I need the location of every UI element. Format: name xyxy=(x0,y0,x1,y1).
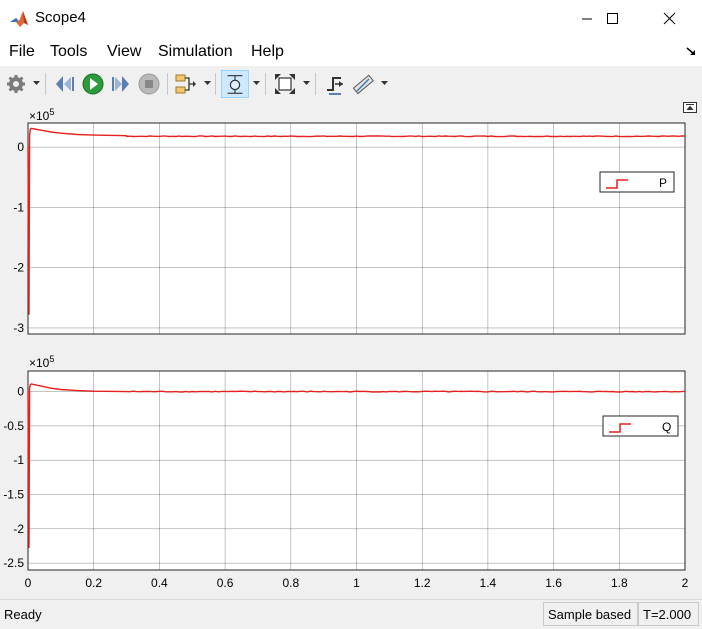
status-sim-time: T=2.000 xyxy=(638,602,699,626)
menu-view[interactable]: View xyxy=(107,43,141,61)
signal-select-icon[interactable] xyxy=(172,70,200,98)
menu-file[interactable]: File xyxy=(9,43,35,61)
title-bar: Scope4 xyxy=(0,0,702,38)
scope-display-area xyxy=(0,101,702,598)
fit-to-view-icon[interactable] xyxy=(271,70,299,98)
status-bar: Ready Sample based T=2.000 xyxy=(0,599,702,629)
menu-bar: File Tools View Simulation Help xyxy=(0,38,702,66)
maximize-button[interactable] xyxy=(590,0,636,38)
menu-help[interactable]: Help xyxy=(251,43,284,61)
window-title: Scope4 xyxy=(35,9,86,26)
menu-tools[interactable]: Tools xyxy=(50,43,87,61)
zoom-icon[interactable] xyxy=(221,70,249,98)
stop-icon[interactable] xyxy=(135,70,163,98)
fit-to-view-dropdown-icon[interactable] xyxy=(303,81,310,86)
status-ready: Ready xyxy=(4,607,42,622)
step-back-icon[interactable] xyxy=(51,70,79,98)
menu-simulation[interactable]: Simulation xyxy=(158,43,233,61)
step-forward-icon[interactable] xyxy=(107,70,135,98)
undock-arrow-icon[interactable] xyxy=(686,46,696,56)
signal-select-dropdown-icon[interactable] xyxy=(204,81,211,86)
close-button[interactable] xyxy=(647,0,693,38)
measurements-icon[interactable] xyxy=(349,70,377,98)
status-sample-mode: Sample based xyxy=(543,602,638,626)
restore-toolbar-icon[interactable] xyxy=(683,102,697,113)
triggers-icon[interactable] xyxy=(321,70,349,98)
gear-icon[interactable] xyxy=(3,70,31,98)
run-icon[interactable] xyxy=(79,70,107,98)
toolbar xyxy=(0,67,702,102)
gear-dropdown-icon[interactable] xyxy=(33,81,40,86)
matlab-logo-icon xyxy=(9,9,29,29)
measurements-dropdown-icon[interactable] xyxy=(381,81,388,86)
zoom-dropdown-icon[interactable] xyxy=(253,81,260,86)
